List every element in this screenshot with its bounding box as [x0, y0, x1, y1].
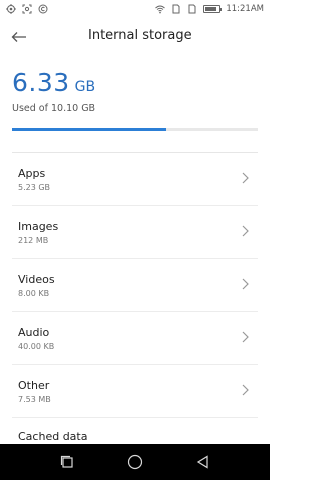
storage-item-audio[interactable]: Audio 40.00 KB — [12, 312, 258, 365]
storage-item-size: 5.23 GB — [18, 183, 51, 192]
app-bar: Internal storage — [0, 18, 270, 56]
storage-progress-bar — [12, 128, 258, 131]
arrow-left-icon — [11, 32, 26, 42]
used-of-total: Used of 10.10 GB — [12, 103, 96, 114]
sim2-icon — [188, 4, 196, 14]
storage-item-size: 8.00 KB — [18, 289, 50, 298]
chevron-right-icon — [242, 225, 249, 237]
back-button[interactable] — [8, 26, 30, 48]
storage-item-name: Audio — [18, 326, 50, 339]
storage-progress-fill — [12, 128, 167, 131]
status-bar: 11:21AM — [0, 0, 270, 18]
home-icon — [127, 454, 143, 470]
chevron-right-icon — [242, 384, 249, 396]
storage-item-name: Images — [18, 220, 59, 233]
chevron-right-icon — [242, 331, 249, 343]
storage-item-other[interactable]: Other 7.53 MB — [12, 365, 258, 418]
recents-icon — [60, 455, 73, 468]
battery-icon — [203, 5, 223, 13]
storage-item-images[interactable]: Images 212 MB — [12, 206, 258, 259]
screenshot-icon — [22, 4, 32, 14]
used-storage-unit: GB — [74, 79, 96, 95]
page-title: Internal storage — [88, 28, 192, 43]
storage-category-list: Apps 5.23 GB Images 212 MB Videos 8.00 K… — [0, 153, 270, 418]
chevron-right-icon — [242, 278, 249, 290]
used-storage-value: 6.33 GB — [12, 68, 258, 97]
nav-back-button[interactable] — [194, 453, 212, 471]
chevron-right-icon — [242, 172, 249, 184]
wifi-icon — [155, 5, 166, 14]
home-button[interactable] — [126, 453, 144, 471]
used-storage-number: 6.33 — [12, 68, 70, 97]
storage-item-name: Apps — [18, 167, 46, 180]
recents-button[interactable] — [58, 453, 76, 471]
storage-item-name: Videos — [18, 273, 55, 286]
storage-item-size: 40.00 KB — [18, 342, 55, 351]
storage-item-name: Other — [18, 379, 50, 392]
storage-item-cached-data[interactable]: Cached data — [18, 430, 87, 443]
copyright-icon — [38, 4, 48, 14]
sim1-icon — [172, 4, 180, 14]
status-right-icons: 11:21AM — [155, 4, 264, 14]
status-left-icons — [6, 4, 48, 14]
storage-item-size: 7.53 MB — [18, 395, 51, 404]
storage-item-videos[interactable]: Videos 8.00 KB — [12, 259, 258, 312]
navigation-bar — [0, 444, 270, 480]
location-icon — [6, 4, 16, 14]
back-triangle-icon — [196, 455, 208, 469]
storage-summary: 6.33 GB Used of 10.10 GB — [12, 68, 258, 114]
status-time: 11:21AM — [226, 4, 264, 14]
storage-item-size: 212 MB — [18, 236, 49, 245]
storage-item-apps[interactable]: Apps 5.23 GB — [12, 153, 258, 206]
